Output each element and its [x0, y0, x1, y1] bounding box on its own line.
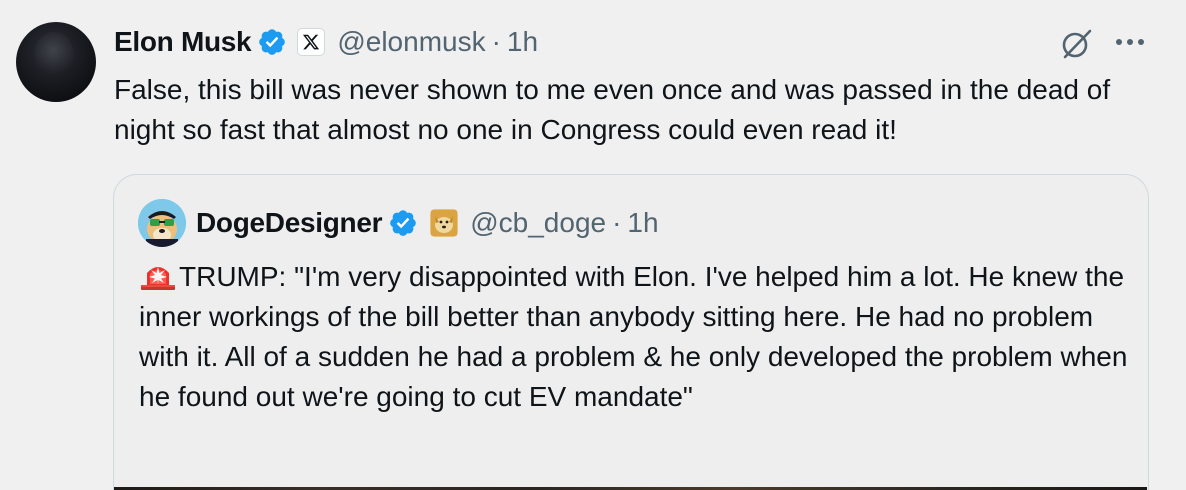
separator-dot: ·	[612, 207, 622, 238]
grok-icon[interactable]	[1056, 24, 1096, 64]
quoted-author-handle[interactable]: @cb_doge	[470, 207, 606, 239]
rotating-light-icon	[141, 267, 175, 290]
quoted-tweet-body: TRUMP: "I'm very disappointed with Elon.…	[139, 261, 1128, 412]
quoted-author-avatar[interactable]	[138, 199, 186, 247]
author-name[interactable]: Elon Musk	[114, 26, 252, 58]
tweet-text: False, this bill was never shown to me e…	[114, 74, 1111, 145]
tweet-card[interactable]: Elon Musk @elonmusk · 1h False, this bil…	[0, 0, 1186, 490]
tweet-header: Elon Musk @elonmusk · 1h	[114, 22, 538, 62]
quoted-tweet[interactable]: DogeDesigner @cb_doge · 1h TRUMP: "I'm v…	[113, 174, 1149, 490]
tweet-timestamp[interactable]: 1h	[507, 26, 538, 58]
quoted-tweet-timestamp[interactable]: 1h	[627, 207, 658, 239]
more-options-icon[interactable]	[1112, 28, 1148, 56]
doge-avatar-icon	[138, 199, 186, 247]
quoted-author-name[interactable]: DogeDesigner	[196, 207, 383, 239]
x-logo-icon[interactable]	[297, 28, 326, 56]
verified-badge-icon[interactable]	[388, 208, 418, 238]
quoted-tweet-header: DogeDesigner @cb_doge · 1h	[196, 203, 659, 243]
doge-affiliate-badge-icon[interactable]	[430, 209, 459, 237]
separator-dot: ·	[491, 26, 501, 57]
quoted-tweet-text: TRUMP: "I'm very disappointed with Elon.…	[139, 257, 1129, 417]
author-avatar[interactable]	[16, 22, 96, 102]
author-handle[interactable]: @elonmusk	[337, 26, 485, 58]
verified-badge-icon[interactable]	[257, 27, 287, 57]
